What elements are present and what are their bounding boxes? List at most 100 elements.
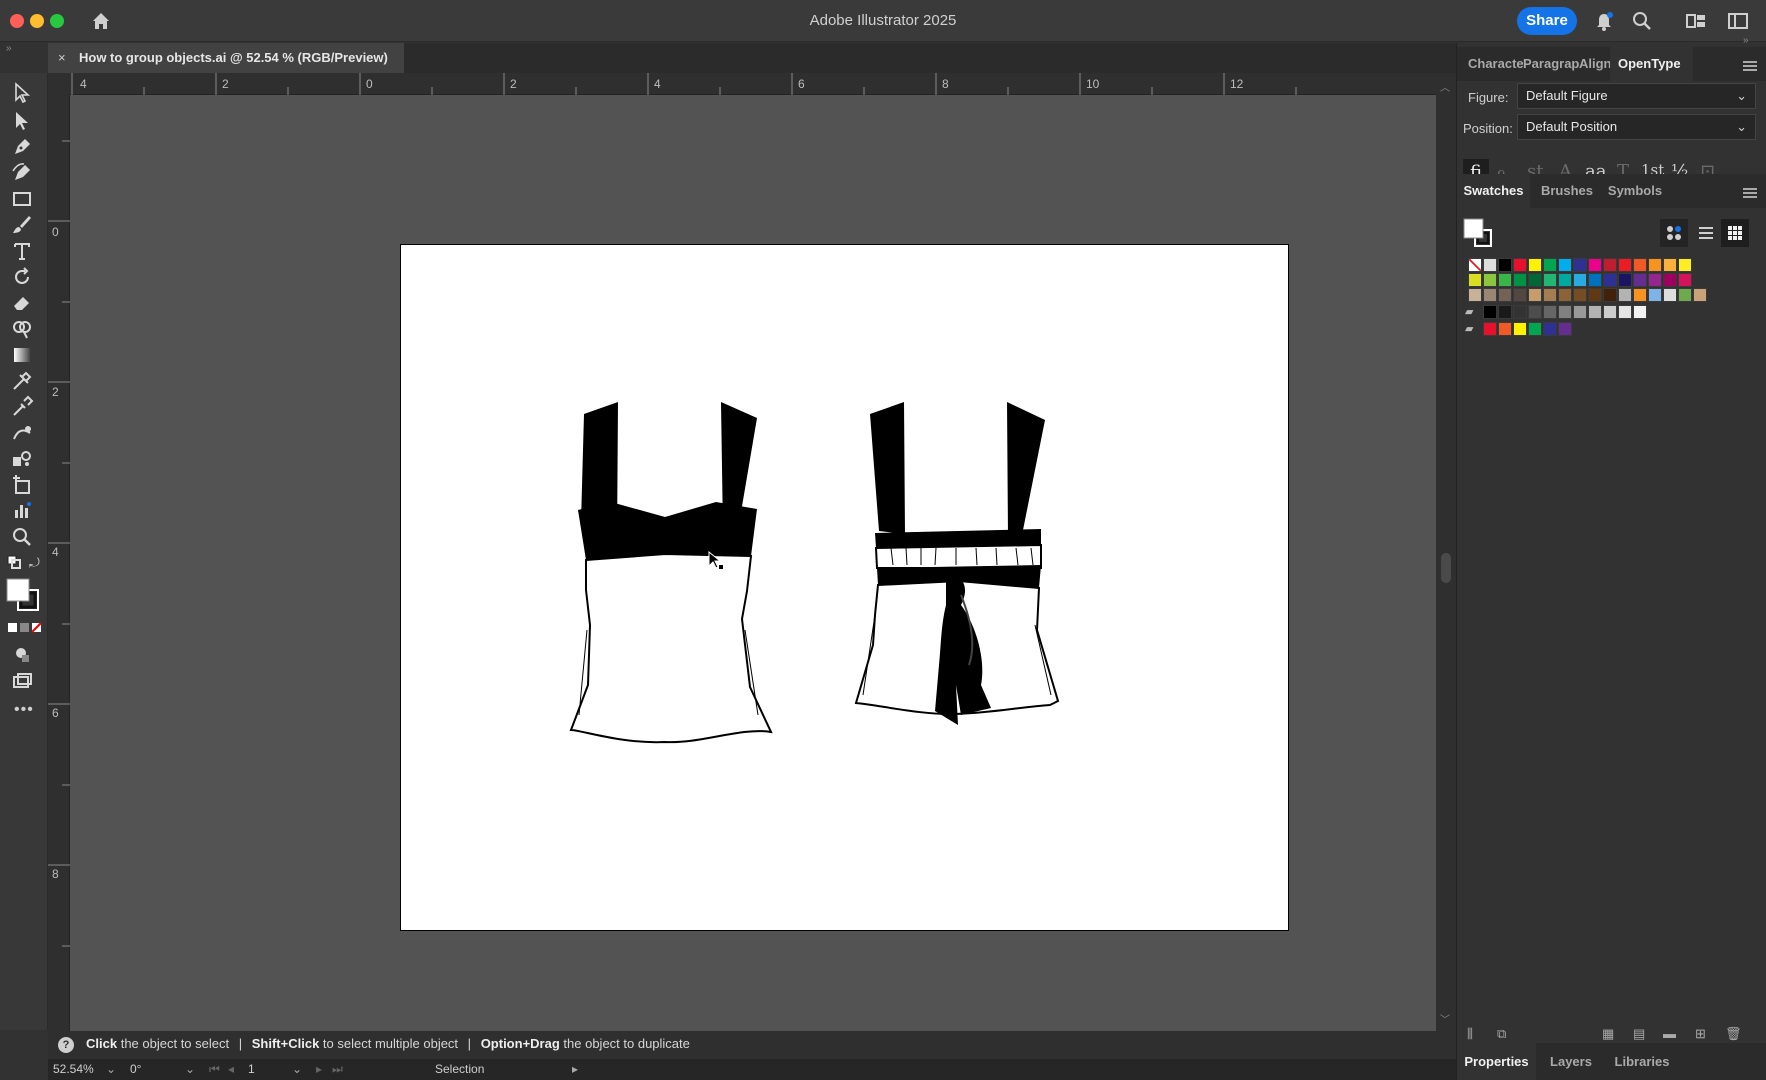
swatch[interactable] <box>1678 273 1692 287</box>
artboard[interactable] <box>400 244 1289 931</box>
new-color-group-icon[interactable]: ▬ <box>1663 1026 1676 1041</box>
swatch[interactable] <box>1528 322 1542 336</box>
blend-tool-icon[interactable] <box>10 421 38 445</box>
swatch[interactable] <box>1513 258 1527 272</box>
swatch[interactable] <box>1633 258 1647 272</box>
swatch[interactable] <box>1618 258 1632 272</box>
swatch[interactable] <box>1483 305 1497 319</box>
swatch[interactable] <box>1678 258 1692 272</box>
edit-toolbar-icon[interactable]: ••• <box>14 701 34 719</box>
swatch[interactable] <box>1603 273 1617 287</box>
swatch[interactable] <box>1513 305 1527 319</box>
color-group-folder-icon[interactable]: ▰ <box>1465 305 1473 318</box>
swatch[interactable] <box>1618 305 1632 319</box>
swatch[interactable] <box>1588 258 1602 272</box>
shape-builder-tool-icon[interactable] <box>10 317 38 341</box>
swatch[interactable] <box>1603 288 1617 302</box>
zoom-dropdown-icon[interactable]: ⌄ <box>106 1062 116 1076</box>
swatch[interactable] <box>1573 273 1587 287</box>
swatch[interactable] <box>1588 305 1602 319</box>
pen-tool-icon[interactable] <box>10 135 38 159</box>
color-group-folder-icon[interactable]: ▰ <box>1465 322 1473 335</box>
swatch[interactable] <box>1693 288 1707 302</box>
swatch[interactable] <box>1483 273 1497 287</box>
mesh-tool-icon[interactable] <box>10 369 38 393</box>
swatch[interactable] <box>1468 273 1482 287</box>
close-tab-icon[interactable]: × <box>58 43 72 73</box>
scroll-up-icon[interactable]: ︿ <box>1440 79 1450 94</box>
swatch[interactable] <box>1483 288 1497 302</box>
new-swatch-icon[interactable]: ⊞ <box>1695 1026 1706 1042</box>
swatch[interactable] <box>1528 288 1542 302</box>
swatch[interactable] <box>1543 305 1557 319</box>
tab-libraries[interactable]: Libraries <box>1607 1043 1677 1080</box>
zoom-tool-icon[interactable] <box>10 525 38 549</box>
tab-layers[interactable]: Layers <box>1541 1043 1601 1080</box>
swatch-options-icon[interactable]: ▤ <box>1633 1026 1645 1042</box>
swatch[interactable] <box>1678 288 1692 302</box>
swatch[interactable] <box>1588 288 1602 302</box>
swatch[interactable] <box>1663 258 1677 272</box>
swatch[interactable] <box>1558 258 1572 272</box>
fill-stroke-swatch[interactable] <box>6 578 42 614</box>
canvas-area[interactable] <box>70 95 1436 1031</box>
swatch[interactable] <box>1558 305 1572 319</box>
swatch[interactable] <box>1558 288 1572 302</box>
swatch[interactable] <box>1513 288 1527 302</box>
status-tool-name[interactable]: Selection <box>435 1062 484 1076</box>
swatch[interactable] <box>1498 305 1512 319</box>
swatch[interactable] <box>1603 305 1617 319</box>
curvature-tool-icon[interactable] <box>10 161 38 185</box>
vertical-scrollbar[interactable]: ︿ ﹀ <box>1436 73 1456 1031</box>
help-icon[interactable]: ? <box>58 1037 74 1053</box>
rotate-tool-icon[interactable] <box>10 265 38 289</box>
selection-tool-icon[interactable] <box>10 81 38 105</box>
eyedropper-tool-icon[interactable] <box>10 395 38 419</box>
rotation-field[interactable]: 0° <box>130 1062 141 1076</box>
swatch[interactable] <box>1618 288 1632 302</box>
rotation-dropdown-icon[interactable]: ⌄ <box>185 1062 195 1076</box>
previous-artboard-icon[interactable]: ◂ <box>228 1062 234 1076</box>
swatch[interactable] <box>1498 288 1512 302</box>
swatch[interactable] <box>1648 258 1662 272</box>
notification-bell-icon[interactable] <box>1593 10 1615 32</box>
swatch[interactable] <box>1558 322 1572 336</box>
workspace-switcher-icon[interactable] <box>1727 10 1749 32</box>
swatch[interactable] <box>1588 273 1602 287</box>
swatch[interactable] <box>1483 322 1497 336</box>
vertical-ruler[interactable]: 0 2 4 6 8 <box>48 95 70 1031</box>
registration-swatch[interactable] <box>1483 258 1497 272</box>
swatch[interactable] <box>1513 273 1527 287</box>
swatch[interactable] <box>1663 273 1677 287</box>
swatch[interactable] <box>1573 288 1587 302</box>
swatch[interactable] <box>1633 288 1647 302</box>
swatch[interactable] <box>1528 305 1542 319</box>
draw-mode-icon[interactable] <box>10 643 38 667</box>
swatch[interactable] <box>1573 305 1587 319</box>
swatch[interactable] <box>1468 288 1482 302</box>
swatch[interactable] <box>1543 288 1557 302</box>
next-artboard-icon[interactable]: ▸ <box>316 1062 322 1076</box>
swatch[interactable] <box>1648 273 1662 287</box>
swatch[interactable] <box>1543 322 1557 336</box>
document-tab[interactable]: × How to group objects.ai @ 52.54 % (RGB… <box>48 43 404 73</box>
direct-selection-tool-icon[interactable] <box>10 109 38 133</box>
scrollbar-thumb[interactable] <box>1441 553 1451 583</box>
swatch[interactable] <box>1543 258 1557 272</box>
paintbrush-tool-icon[interactable] <box>10 213 38 237</box>
status-menu-icon[interactable]: ▸ <box>572 1062 578 1076</box>
artboard-tool-icon[interactable] <box>10 473 38 497</box>
garment-illustration[interactable] <box>401 245 1290 932</box>
symbol-sprayer-tool-icon[interactable] <box>10 447 38 471</box>
artboard-number-field[interactable]: 1 <box>248 1062 255 1076</box>
last-artboard-icon[interactable]: ⏭ <box>332 1062 343 1077</box>
swatch[interactable] <box>1663 288 1677 302</box>
swatch[interactable] <box>1498 322 1512 336</box>
zoom-level-field[interactable]: 52.54% <box>53 1062 94 1076</box>
gradient-tool-icon[interactable] <box>10 343 38 367</box>
swatch[interactable] <box>1558 273 1572 287</box>
search-icon[interactable] <box>1631 10 1653 32</box>
swatch[interactable] <box>1603 258 1617 272</box>
show-swatch-kinds-button-icon[interactable]: ▦ <box>1602 1026 1614 1042</box>
horizontal-ruler[interactable]: 4 2 0 2 4 6 8 10 12 <box>70 73 1436 95</box>
